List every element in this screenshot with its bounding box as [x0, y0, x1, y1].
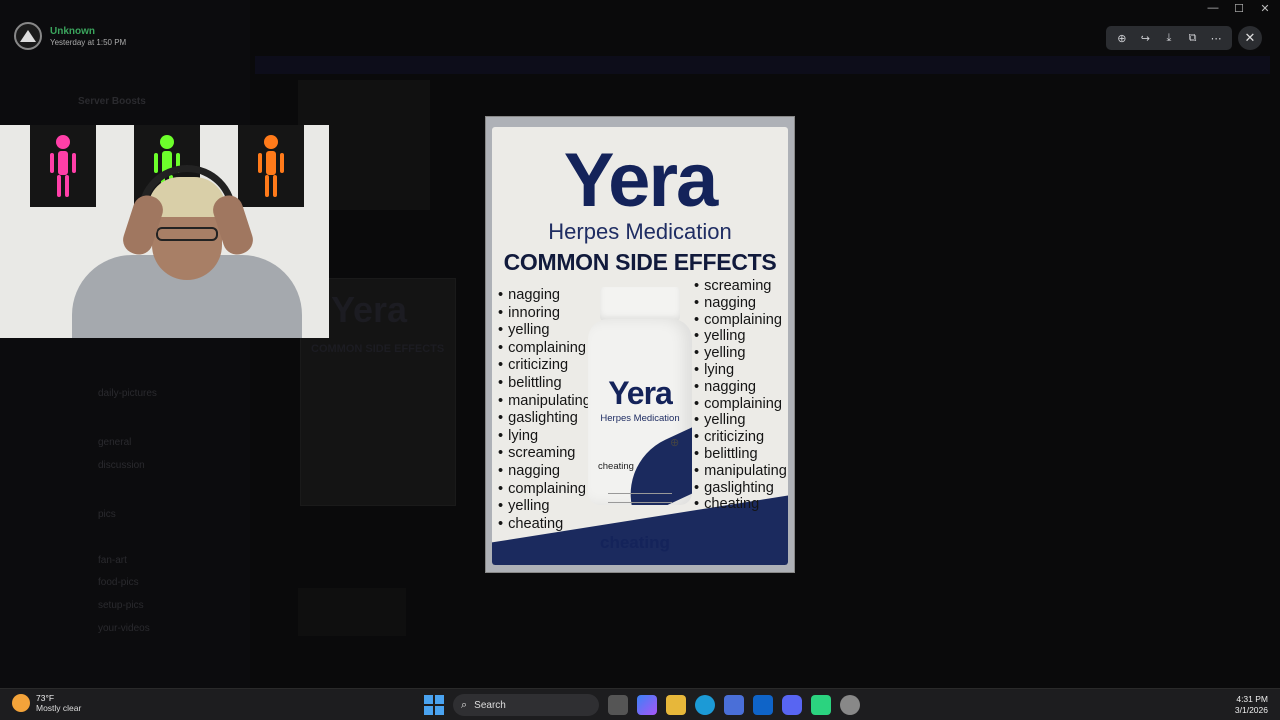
side-effect-item: criticizing — [694, 429, 787, 446]
outlook-icon[interactable] — [753, 695, 773, 715]
upload-timestamp: Yesterday at 1:50 PM — [50, 37, 127, 47]
side-effect-item: yelling — [694, 345, 787, 362]
settings-icon[interactable] — [840, 695, 860, 715]
side-effect-item: yelling — [694, 328, 787, 345]
zoom-icon[interactable]: ⊕ — [1112, 28, 1132, 48]
channel-item: general — [98, 437, 132, 448]
start-button[interactable] — [424, 695, 444, 715]
side-effect-item: yelling — [694, 412, 787, 429]
thumbnail-brand: Yera — [331, 289, 408, 330]
side-effect-item: belittling — [694, 446, 787, 463]
channel-item: daily-pictures — [98, 388, 157, 399]
side-effect-item: innoring — [498, 305, 591, 323]
left-effects-list: nagginginnoringyellingcomplainingcritici… — [498, 287, 591, 533]
channel-item: your-videos — [98, 623, 150, 634]
search-icon: ⌕ — [461, 698, 468, 711]
avatar[interactable] — [14, 22, 42, 50]
server-boosts-label: Server Boosts — [78, 96, 146, 107]
uploader-info: Unknown Yesterday at 1:50 PM — [14, 22, 126, 50]
bottle-label: cheating — [598, 461, 634, 472]
screen: Server Boosts daily-pictures general dis… — [0, 0, 1280, 720]
uploader-name[interactable]: Unknown — [50, 26, 126, 37]
task-view-icon[interactable] — [608, 695, 628, 715]
channel-sidebar: Server Boosts daily-pictures general dis… — [0, 0, 250, 688]
side-effect-item: screaming — [498, 445, 591, 463]
more-icon[interactable]: ⋯ — [1206, 28, 1226, 48]
channel-item: fan-art — [98, 555, 127, 566]
bottle-brand: Yera — [608, 375, 673, 411]
side-effect-item: lying — [694, 362, 787, 379]
bottle-cap — [600, 287, 680, 321]
side-effect-item: nagging — [498, 463, 591, 481]
weather-description: Mostly clear — [36, 703, 82, 713]
medication-box: Yera Herpes Medication COMMON SIDE EFFEC… — [492, 127, 788, 565]
side-effect-item: yelling — [498, 498, 591, 516]
bottle-body: Yera Herpes Medication cheating — [588, 319, 692, 505]
clock-date: 3/1/2026 — [1234, 705, 1268, 715]
side-effect-item: cheating — [694, 496, 787, 513]
thumbnail-title: COMMON SIDE EFFECTS — [311, 343, 445, 355]
side-effects-title: COMMON SIDE EFFECTS — [503, 249, 777, 275]
maximize-button[interactable]: ☐ — [1232, 2, 1246, 15]
background-banner — [255, 56, 1270, 74]
side-effect-item: yelling — [498, 322, 591, 340]
side-effect-item: complaining — [498, 481, 591, 499]
forward-icon[interactable]: ↪ — [1135, 28, 1155, 48]
side-effect-item: complaining — [694, 312, 787, 329]
system-clock[interactable]: 4:31 PM 3/1/2026 — [1235, 694, 1268, 716]
window-close-button[interactable]: ✕ — [1258, 2, 1272, 15]
edge-icon[interactable] — [695, 695, 715, 715]
side-effect-item: nagging — [694, 295, 787, 312]
pill-bottle: Yera Herpes Medication cheating — [588, 287, 692, 507]
right-effects-list: screamingnaggingcomplainingyellingyellin… — [694, 278, 787, 513]
background-image-thumbnail — [298, 588, 406, 636]
viewed-image[interactable]: Yera Herpes Medication COMMON SIDE EFFEC… — [485, 116, 795, 573]
side-effect-item: manipulating — [694, 463, 787, 480]
side-effect-item: lying — [498, 428, 591, 446]
taskbar: 73°F Mostly clear ⌕ Search 4:31 PM 3/1/2… — [0, 688, 1280, 720]
side-effect-item: nagging — [694, 379, 787, 396]
side-effect-item: manipulating — [498, 393, 591, 411]
bottle-subtitle: Herpes Medication — [600, 413, 680, 424]
product-subtitle: Herpes Medication — [548, 219, 732, 244]
brand-name: Yera — [563, 138, 719, 223]
weather-widget[interactable]: 73°F Mostly clear — [12, 693, 81, 713]
box-bottom-text: cheating — [600, 533, 670, 552]
side-effect-item: complaining — [498, 340, 591, 358]
channel-item: discussion — [98, 460, 145, 471]
window-controls: — ☐ ✕ — [1206, 2, 1272, 15]
copilot-icon[interactable] — [637, 695, 657, 715]
weather-icon — [12, 694, 30, 712]
search-label: Search — [474, 699, 506, 711]
side-effect-item: screaming — [694, 278, 787, 295]
open-external-icon[interactable]: ⧉ — [1183, 28, 1203, 48]
side-effect-item: belittling — [498, 375, 591, 393]
channel-item: setup-pics — [98, 600, 144, 611]
discord-icon[interactable] — [782, 695, 802, 715]
side-effect-item: gaslighting — [498, 410, 591, 428]
side-effect-item: nagging — [498, 287, 591, 305]
close-viewer-button[interactable]: ✕ — [1238, 26, 1262, 50]
taskbar-apps: ⌕ Search — [424, 694, 860, 716]
taskbar-search[interactable]: ⌕ Search — [453, 694, 599, 716]
side-effect-item: criticizing — [498, 357, 591, 375]
side-effect-item: gaslighting — [694, 480, 787, 497]
channel-item: food-pics — [98, 577, 139, 588]
side-effect-item: cheating — [498, 516, 591, 534]
download-icon[interactable]: ⤓ — [1159, 28, 1179, 48]
side-effect-item: complaining — [694, 396, 787, 413]
store-icon[interactable] — [724, 695, 744, 715]
file-explorer-icon[interactable] — [666, 695, 686, 715]
image-viewer-toolbar: ⊕ ↪ ⤓ ⧉ ⋯ — [1106, 26, 1232, 50]
zoom-cursor-icon: ⊕ — [670, 437, 680, 449]
channel-item: pics — [98, 509, 116, 520]
clock-time: 4:31 PM — [1236, 694, 1268, 704]
app-icon[interactable] — [811, 695, 831, 715]
webcam-overlay — [0, 125, 329, 338]
streamer — [72, 155, 302, 338]
weather-temperature: 73°F — [36, 693, 55, 703]
minimize-button[interactable]: — — [1206, 2, 1220, 15]
